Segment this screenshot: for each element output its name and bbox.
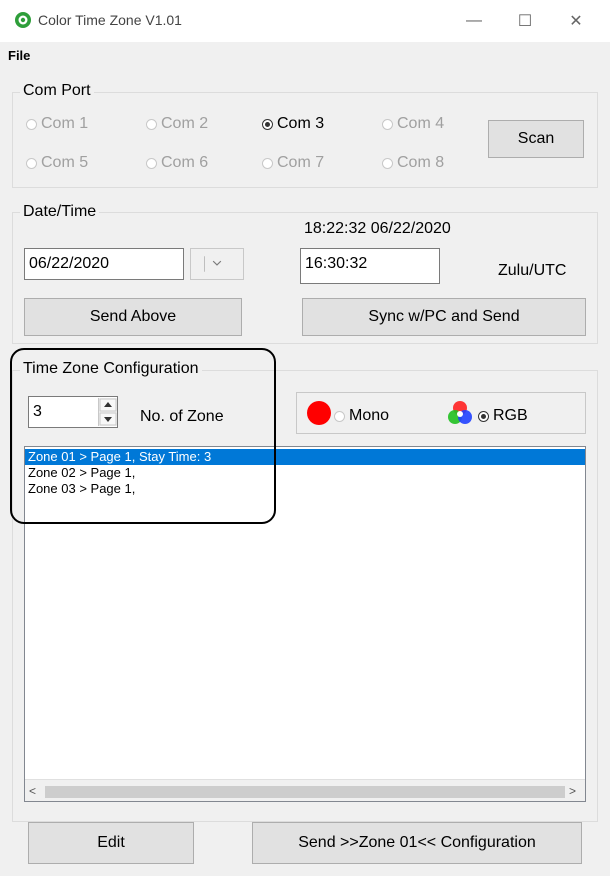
radio-com-8[interactable]: Com 8 [382, 154, 444, 172]
chevron-down-icon [204, 256, 222, 272]
radio-indicator [26, 157, 37, 169]
radio-indicator [334, 410, 345, 422]
highlight-callout [10, 348, 276, 524]
time-input[interactable]: 16:30:32 [300, 248, 440, 284]
radio-indicator [146, 118, 157, 130]
radio-indicator [26, 118, 37, 130]
red-dot-icon [307, 401, 331, 425]
radio-com-4[interactable]: Com 4 [382, 115, 444, 133]
radio-com-7[interactable]: Com 7 [262, 154, 324, 172]
rgb-color-wheel-icon [448, 401, 472, 424]
window-title: Color Time Zone V1.01 [38, 12, 182, 28]
sync-pc-send-button[interactable]: Sync w/PC and Send [302, 298, 586, 336]
radio-com-5[interactable]: Com 5 [26, 154, 88, 172]
scroll-left-icon[interactable]: < [29, 784, 36, 798]
menu-file[interactable]: File [8, 48, 30, 63]
title-bar: Color Time Zone V1.01 — ☐ ✕ [0, 0, 610, 42]
date-time-title: Date/Time [20, 203, 100, 221]
radio-com-6[interactable]: Com 6 [146, 154, 208, 172]
scroll-right-icon[interactable]: > [569, 784, 576, 798]
app-icon [15, 12, 31, 28]
send-zone-config-button[interactable]: Send >>Zone 01<< Configuration [252, 822, 582, 864]
radio-com-1[interactable]: Com 1 [26, 115, 88, 133]
close-button[interactable]: ✕ [556, 8, 596, 34]
horizontal-scrollbar[interactable]: < > [25, 779, 585, 801]
radio-indicator [382, 118, 393, 130]
scan-button[interactable]: Scan [488, 120, 584, 158]
scrollbar-thumb[interactable] [45, 786, 565, 798]
radio-indicator [262, 118, 273, 130]
radio-rgb[interactable]: RGB [478, 407, 528, 425]
radio-mono[interactable]: Mono [334, 407, 389, 425]
minimize-button[interactable]: — [454, 8, 494, 34]
current-datetime-display: 18:22:32 06/22/2020 [304, 220, 451, 237]
menu-bar: File [0, 42, 610, 66]
date-input[interactable]: 06/22/2020 [24, 248, 184, 280]
edit-button[interactable]: Edit [28, 822, 194, 864]
radio-indicator [146, 157, 157, 169]
radio-indicator [262, 157, 273, 169]
radio-indicator [382, 157, 393, 169]
maximize-button[interactable]: ☐ [505, 8, 545, 34]
radio-indicator [478, 410, 489, 422]
com-port-title: Com Port [20, 82, 94, 100]
radio-com-3[interactable]: Com 3 [262, 115, 324, 133]
date-dropdown-button[interactable] [190, 248, 244, 280]
radio-com-2[interactable]: Com 2 [146, 115, 208, 133]
zulu-utc-label: Zulu/UTC [498, 262, 567, 279]
send-above-button[interactable]: Send Above [24, 298, 242, 336]
